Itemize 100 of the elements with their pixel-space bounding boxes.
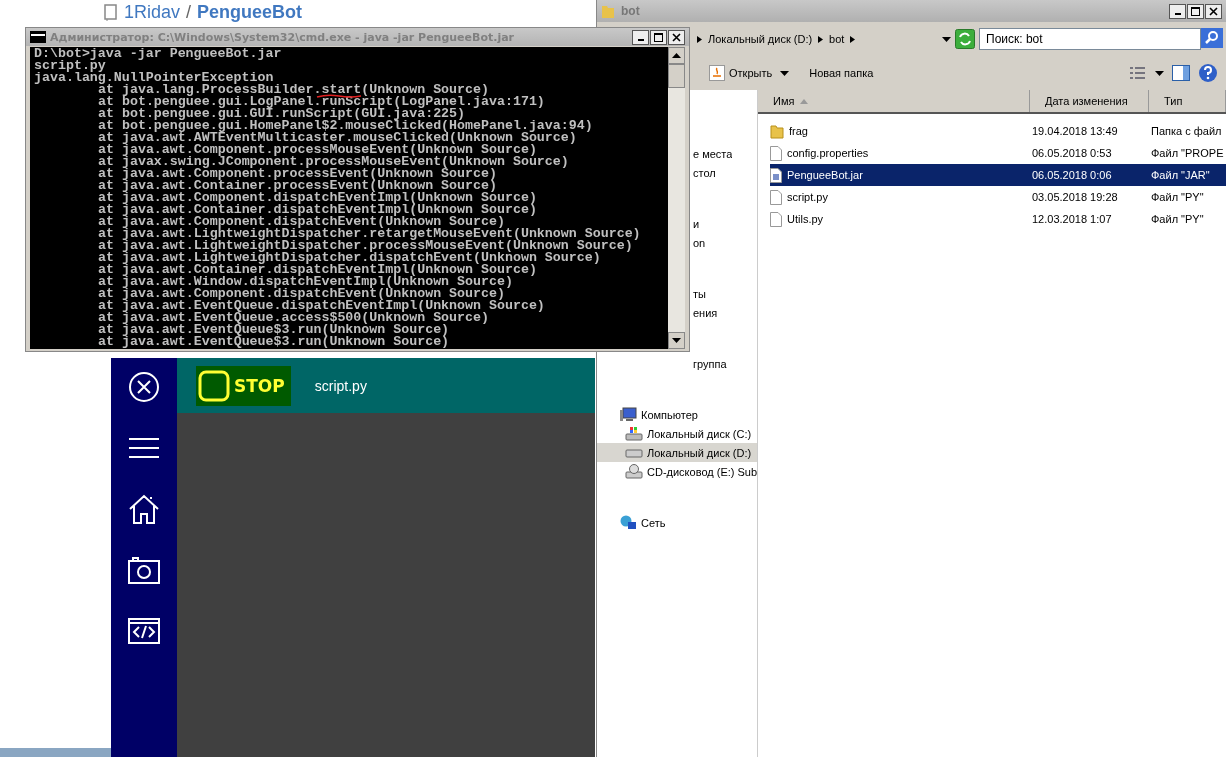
breadcrumb-separator: / <box>186 2 192 23</box>
stack-frame-line: at java.awt.Container.dispatchEventImpl(Unknown Source) <box>97 264 538 276</box>
window-title: Администратор: C:\Windows\System32\cmd.exe - java -jar PengueeBot.jar <box>50 30 515 44</box>
stop-button[interactable]: STOP <box>196 365 291 406</box>
nav-item[interactable]: е места <box>693 144 733 163</box>
caret-icon[interactable] <box>780 70 790 76</box>
file-icon <box>770 167 782 183</box>
nav-item[interactable]: Компьютер <box>597 405 757 424</box>
stack-frame-line: at java.awt.Container.dispatchEventImpl(Unknown Source) <box>97 204 538 216</box>
file-name: config.properties <box>787 147 869 159</box>
minimize-button[interactable] <box>1169 3 1186 19</box>
home-icon[interactable] <box>127 492 161 526</box>
file-row[interactable]: Utils.py 12.03.2018 1:07 Файл "PY" <box>770 208 1226 230</box>
nav-item[interactable]: ты <box>693 284 706 303</box>
maximize-icon <box>654 32 663 42</box>
chevron-icon[interactable] <box>697 35 702 43</box>
nav-item[interactable]: Локальный диск (C:) <box>597 424 757 443</box>
console-icon <box>30 31 46 43</box>
date-cell-text: 06.05.2018 0:53 <box>1032 147 1113 159</box>
stack-frame-line: at java.awt.EventQueue.access$500(Unknown Source) <box>97 312 489 324</box>
stack-frame-line: at java.awt.EventQueue$3.run(Unknown Source) <box>97 336 451 348</box>
close-button[interactable] <box>1205 3 1222 19</box>
stack-frame-line: at java.awt.Container.processEvent(Unknown Source) <box>97 180 497 192</box>
search-field[interactable]: Поиск: bot <box>979 28 1201 50</box>
scroll-up-icon[interactable] <box>668 47 685 64</box>
column-header[interactable]: Дата изменения <box>1030 90 1149 112</box>
scroll-thumb[interactable] <box>668 64 685 88</box>
path-segment[interactable]: bot <box>829 33 845 45</box>
refresh-icon[interactable] <box>955 29 975 49</box>
owner-link[interactable]: 1Ridav <box>124 2 181 23</box>
type-cell-text: Файл "PY" <box>1151 191 1205 203</box>
file-icon <box>770 211 782 227</box>
file-name: PengueeBot.jar <box>787 169 863 181</box>
file-name: script.py <box>787 191 828 203</box>
stack-frame-line: at java.awt.Component.dispatchEvent(Unknown Source) <box>97 288 505 300</box>
nav-item[interactable]: и <box>693 214 700 233</box>
nav-item[interactable]: ения <box>693 303 718 322</box>
maximize-icon <box>1191 6 1200 16</box>
scroll-down-icon[interactable] <box>668 332 685 349</box>
square-icon <box>198 369 230 402</box>
file-name: frag <box>789 125 808 137</box>
caret-icon[interactable] <box>942 36 951 42</box>
close-button[interactable] <box>668 29 685 45</box>
file-icon <box>770 145 782 161</box>
date-cell-text: 12.03.2018 1:07 <box>1032 213 1113 225</box>
minimize-button[interactable] <box>632 29 649 45</box>
file-row[interactable]: script.py 03.05.2018 19:28 Файл "PY" <box>770 186 1226 208</box>
stack-frame-line: at java.lang.ProcessBuilder.start(Unknown Source) <box>98 84 489 96</box>
address-bar[interactable]: Локальный диск (D:) bot <box>697 28 951 50</box>
stack-frame-line: at java.awt.LightweightDispatcher.processMouseEvent(Unknown Source) <box>97 240 633 252</box>
nav-item[interactable]: Локальный диск (D:) <box>597 443 757 462</box>
open-button[interactable]: Открыть <box>709 65 773 81</box>
close-icon[interactable] <box>127 370 161 404</box>
stack-frame-line: at bot.penguee.gui.HomePanel$2.mouseClicked(HomePanel.java:94) <box>97 120 594 132</box>
stack-frame-line: at java.awt.LightweightDispatcher.retargetMouseEvent(Unknown Source) <box>97 228 642 240</box>
caret-icon[interactable] <box>1155 70 1164 76</box>
close-icon <box>672 32 681 42</box>
sort-icon <box>800 98 809 104</box>
console-line: D:\bot>java -jar PengueeBot.jar <box>34 48 283 60</box>
scrollbar[interactable] <box>668 47 685 349</box>
nav-item[interactable]: CD-дисковод (E:) Sub <box>597 462 757 481</box>
book-icon <box>104 4 118 21</box>
view-icon[interactable] <box>1129 66 1147 80</box>
stack-frame-line: at java.awt.EventQueue.dispatchEventImpl(Unknown Source) <box>97 300 546 312</box>
stack-frame-line: at java.awt.Component.processEvent(Unknown Source) <box>97 168 497 180</box>
new-folder-button[interactable]: Новая папка <box>809 67 874 79</box>
column-header[interactable]: Имя <box>758 90 1030 112</box>
java-icon <box>709 65 725 81</box>
maximize-button[interactable] <box>650 29 667 45</box>
help-icon[interactable] <box>1198 63 1218 83</box>
search-icon[interactable] <box>1201 28 1223 48</box>
type-cell-text: Файл "JAR" <box>1151 169 1211 181</box>
file-row[interactable]: frag 19.04.2018 13:49 Папка с файл <box>770 120 1226 142</box>
maximize-button[interactable] <box>1187 3 1204 19</box>
network-icon <box>619 515 637 530</box>
stack-frame-line: at javax.swing.JComponent.processMouseEvent(Unknown Source) <box>97 156 570 168</box>
computer-icon <box>619 407 637 422</box>
script-name: script.py <box>314 377 367 394</box>
chevron-icon[interactable] <box>818 35 824 43</box>
minimize-icon <box>1174 13 1181 15</box>
stack-frame-line: at java.awt.AWTEventMulticaster.mouseClicked(Unknown Source) <box>97 132 577 144</box>
file-name: Utils.py <box>787 213 824 225</box>
drive-icon <box>625 426 643 441</box>
date-cell-text: 19.04.2018 13:49 <box>1032 125 1119 137</box>
preview-pane-icon[interactable] <box>1172 65 1190 81</box>
nav-item[interactable]: Сеть <box>597 513 757 532</box>
window-title: bot <box>621 4 640 18</box>
repo-link[interactable]: PengueeBot <box>197 2 303 23</box>
stack-frame-line: at bot.penguee.gui.LogPanel.runScript(LogPanel.java:171) <box>97 96 546 108</box>
file-row[interactable]: config.properties 06.05.2018 0:53 Файл "PROPE <box>770 142 1226 164</box>
file-row[interactable]: PengueeBot.jar 06.05.2018 0:06 Файл "JAR" <box>770 164 1226 186</box>
nav-item[interactable]: группа <box>693 354 727 373</box>
stack-frame-line: at java.awt.Component.processMouseEvent(Unknown Source) <box>97 144 537 156</box>
console-line: java.lang.NullPointerException <box>34 72 274 84</box>
path-segment[interactable]: Локальный диск (D:) <box>708 33 813 45</box>
nav-item[interactable]: on <box>693 233 706 252</box>
stack-frame-line: at bot.penguee.gui.GUI.runScript(GUI.java:225) <box>97 108 466 120</box>
chevron-icon[interactable] <box>850 35 856 43</box>
nav-item[interactable]: стол <box>693 163 716 182</box>
column-header[interactable]: Тип <box>1149 90 1226 112</box>
